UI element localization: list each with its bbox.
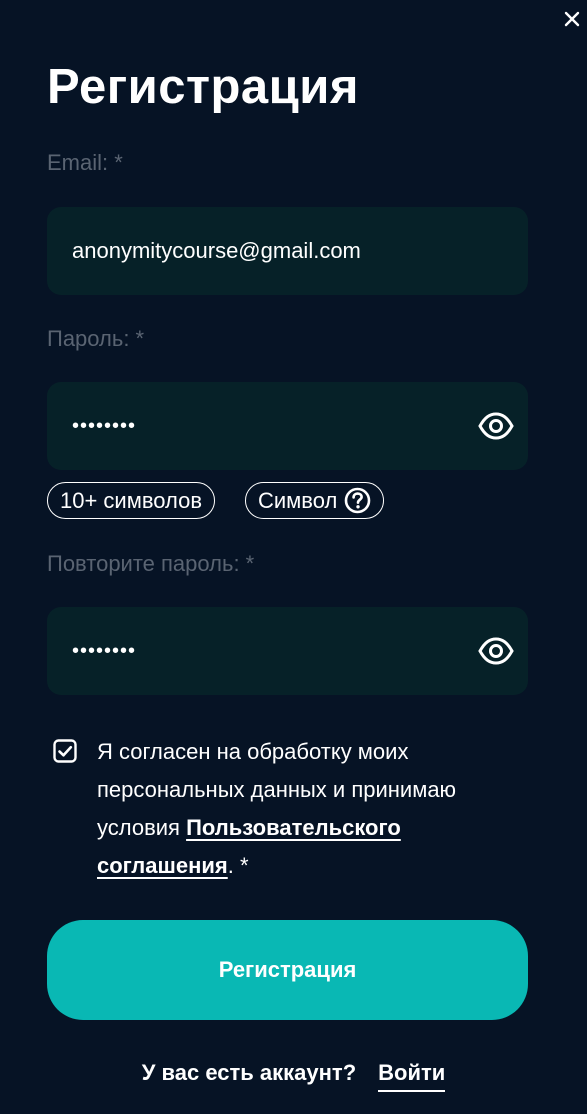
register-button[interactable]: Регистрация (47, 920, 528, 1020)
hint-chip-length: 10+ символов (47, 482, 216, 519)
repeat-password-field[interactable]: •••••••• (47, 607, 528, 695)
hint-chip-symbol: Символ (245, 482, 385, 519)
hint-chip-label: 10+ символов (60, 488, 203, 513)
password-value: •••••••• (72, 415, 137, 437)
hint-chip-label: Символ (258, 488, 338, 513)
question-circle-icon[interactable] (344, 487, 371, 514)
registration-dialog: Регистрация Email: * anonymitycourse@gma… (0, 0, 587, 1114)
email-label: Email: * (47, 150, 123, 175)
eye-icon[interactable] (478, 408, 514, 444)
eye-icon[interactable] (478, 633, 514, 669)
repeat-password-label: Повторите пароль: * (47, 551, 255, 576)
close-icon[interactable] (561, 8, 583, 30)
login-prompt: У вас есть аккаунт? Войти (0, 1060, 587, 1092)
consent-text-after: . * (227, 853, 249, 878)
consent-checkbox[interactable] (53, 739, 77, 763)
email-field[interactable]: anonymitycourse@gmail.com (47, 207, 528, 295)
email-value: anonymitycourse@gmail.com (72, 238, 361, 263)
consent-text: Я согласен на обработку моих персональны… (97, 733, 527, 885)
login-link[interactable]: Войти (378, 1060, 446, 1092)
login-question: У вас есть аккаунт? (141, 1060, 357, 1085)
password-field[interactable]: •••••••• (47, 382, 528, 470)
repeat-password-value: •••••••• (72, 640, 137, 662)
dialog-title: Регистрация (47, 60, 360, 114)
password-label: Пароль: * (47, 326, 145, 351)
